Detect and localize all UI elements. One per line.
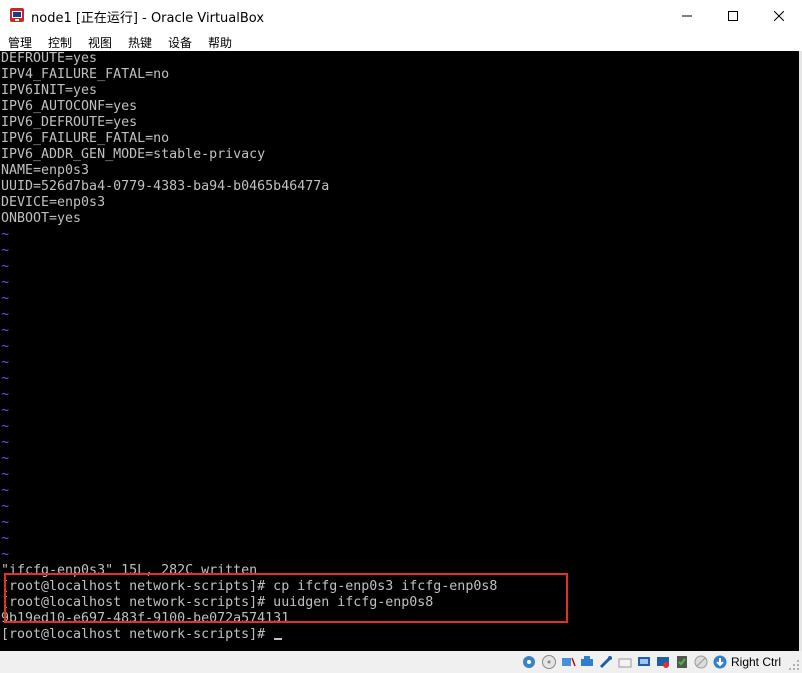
vim-tilde-line: ~ <box>1 419 10 434</box>
config-line: IPV4_FAILURE_FATAL=no <box>1 67 170 82</box>
mouse-integration-icon[interactable] <box>693 654 709 670</box>
display-icon[interactable] <box>636 654 652 670</box>
window-title: node1 [正在运行] - Oracle VirtualBox <box>31 11 265 26</box>
menu-hotkeys[interactable]: 热键 <box>128 34 152 51</box>
vim-tilde-line: ~ <box>1 339 10 354</box>
host-key-label: Right Ctrl <box>731 655 782 669</box>
optical-drive-icon[interactable] <box>541 654 557 670</box>
vim-tilde-line: ~ <box>1 307 10 322</box>
config-line: IPV6_DEFROUTE=yes <box>1 115 138 130</box>
menu-help[interactable]: 帮助 <box>208 34 232 51</box>
red-highlight-annotation <box>4 573 568 623</box>
usb-icon[interactable] <box>598 654 614 670</box>
close-icon <box>774 10 784 21</box>
config-line: ONBOOT=yes <box>1 211 82 226</box>
screen-capture-icon[interactable] <box>655 654 671 670</box>
text-cursor <box>274 638 283 640</box>
hard-disk-icon[interactable] <box>521 654 537 670</box>
vim-tilde-line: ~ <box>1 387 10 402</box>
vim-tilde-line: ~ <box>1 515 10 530</box>
maximize-icon <box>728 10 738 21</box>
vim-tilde-line: ~ <box>1 227 10 242</box>
shell-prompt: [root@localhost network-scripts]# <box>1 627 274 642</box>
shared-folder-icon[interactable] <box>617 654 633 670</box>
vm-console-screen[interactable]: DEFROUTE=yes IPV4_FAILURE_FATAL=no IPV6I… <box>0 51 799 651</box>
config-line: DEFROUTE=yes <box>1 51 98 66</box>
title-bar[interactable]: node1 [正在运行] - Oracle VirtualBox <box>0 0 802 31</box>
menu-bar: 管理 控制 视图 热键 设备 帮助 <box>0 31 802 51</box>
vim-tilde-line: ~ <box>1 243 10 258</box>
network-icon[interactable] <box>579 654 595 670</box>
vim-tilde-line: ~ <box>1 483 10 498</box>
menu-manage[interactable]: 管理 <box>8 34 32 51</box>
config-line: UUID=526d7ba4-0779-4383-ba94-b0465b46477… <box>1 179 330 194</box>
minimize-button[interactable] <box>664 0 710 31</box>
vim-tilde-line: ~ <box>1 275 10 290</box>
menu-view[interactable]: 视图 <box>88 34 112 51</box>
resize-grip-icon[interactable] <box>788 659 800 671</box>
vim-tilde-line: ~ <box>1 467 10 482</box>
menu-devices[interactable]: 设备 <box>168 34 192 51</box>
vim-tilde-line: ~ <box>1 403 10 418</box>
vim-tilde-line: ~ <box>1 259 10 274</box>
vim-tilde-line: ~ <box>1 291 10 306</box>
virtualbox-app-icon <box>10 8 24 22</box>
audio-icon[interactable] <box>560 654 576 670</box>
active-prompt-line[interactable]: [root@localhost network-scripts]# <box>1 627 283 643</box>
vim-tilde-line: ~ <box>1 547 10 562</box>
config-line: DEVICE=enp0s3 <box>1 195 106 210</box>
keyboard-icon[interactable] <box>712 654 728 670</box>
cpu-icon[interactable] <box>674 654 690 670</box>
maximize-button[interactable] <box>710 0 756 31</box>
close-button[interactable] <box>756 0 802 31</box>
config-line: IPV6INIT=yes <box>1 83 98 98</box>
config-line: IPV6_FAILURE_FATAL=no <box>1 131 170 146</box>
minimize-icon <box>682 15 692 16</box>
config-line: IPV6_ADDR_GEN_MODE=stable-privacy <box>1 147 266 162</box>
vim-tilde-line: ~ <box>1 499 10 514</box>
vim-tilde-line: ~ <box>1 451 10 466</box>
vim-tilde-line: ~ <box>1 531 10 546</box>
menu-control[interactable]: 控制 <box>48 34 72 51</box>
vim-tilde-line: ~ <box>1 371 10 386</box>
vim-tilde-line: ~ <box>1 435 10 450</box>
config-line: NAME=enp0s3 <box>1 163 90 178</box>
vim-tilde-line: ~ <box>1 323 10 338</box>
config-line: IPV6_AUTOCONF=yes <box>1 99 138 114</box>
vim-tilde-line: ~ <box>1 355 10 370</box>
status-bar: Right Ctrl <box>0 651 802 673</box>
